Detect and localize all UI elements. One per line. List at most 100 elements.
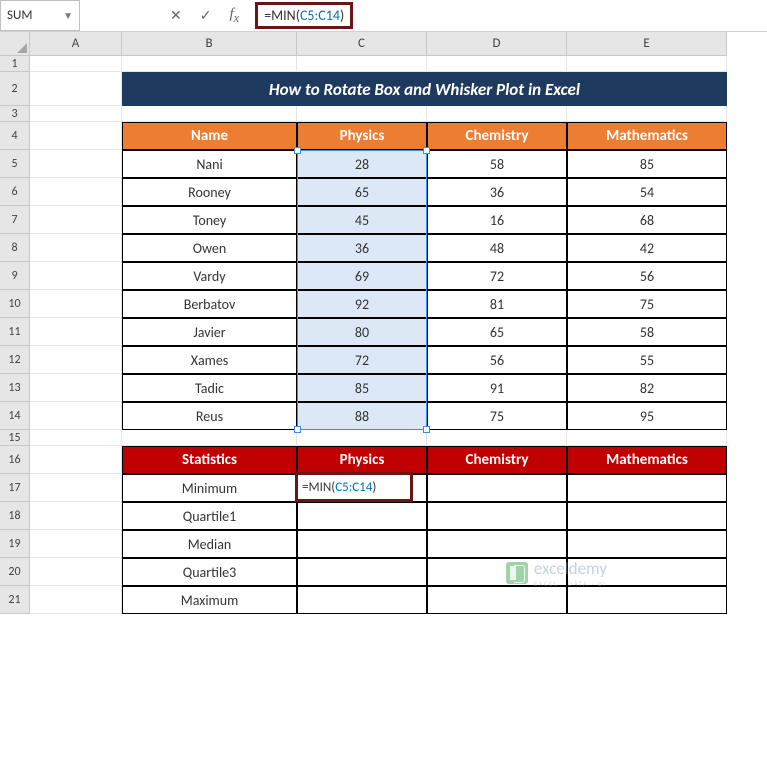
cell-D5[interactable]: 58 xyxy=(427,150,567,178)
row-header[interactable]: 14 xyxy=(0,402,30,430)
cell-A10[interactable] xyxy=(30,290,122,318)
cell-A20[interactable] xyxy=(30,558,122,586)
cell-C18[interactable] xyxy=(297,502,427,530)
cell-B17[interactable]: Minimum xyxy=(122,474,297,502)
cell-C15[interactable] xyxy=(297,430,427,446)
col-header-d[interactable]: D xyxy=(427,32,567,56)
cell-A4[interactable] xyxy=(30,122,122,150)
cell-C7[interactable]: 45 xyxy=(297,206,427,234)
row-header[interactable]: 16 xyxy=(0,446,30,474)
cell-C13[interactable]: 85 xyxy=(297,374,427,402)
cell-A5[interactable] xyxy=(30,150,122,178)
row-header[interactable]: 11 xyxy=(0,318,30,346)
cell-B7[interactable]: Toney xyxy=(122,206,297,234)
cell-D9[interactable]: 72 xyxy=(427,262,567,290)
cell-B15[interactable] xyxy=(122,430,297,446)
cell-D21[interactable] xyxy=(427,586,567,614)
cell-B8[interactable]: Owen xyxy=(122,234,297,262)
cell-D16[interactable]: Chemistry xyxy=(427,446,567,474)
cell-D11[interactable]: 65 xyxy=(427,318,567,346)
cell-B21[interactable]: Maximum xyxy=(122,586,297,614)
row-header[interactable]: 9 xyxy=(0,262,30,290)
cell-E4[interactable]: Mathematics xyxy=(567,122,727,150)
cell-D12[interactable]: 56 xyxy=(427,346,567,374)
cell-D6[interactable]: 36 xyxy=(427,178,567,206)
row-header[interactable]: 3 xyxy=(0,106,30,122)
cell-A2[interactable] xyxy=(30,72,122,106)
cell-D4[interactable]: Chemistry xyxy=(427,122,567,150)
cell-A18[interactable] xyxy=(30,502,122,530)
cell-A3[interactable] xyxy=(30,106,122,122)
cell-A11[interactable] xyxy=(30,318,122,346)
cell-E12[interactable]: 55 xyxy=(567,346,727,374)
cell-B18[interactable]: Quartile1 xyxy=(122,502,297,530)
cell-A7[interactable] xyxy=(30,206,122,234)
cell-A12[interactable] xyxy=(30,346,122,374)
cell-B1[interactable] xyxy=(122,56,297,72)
cell-B11[interactable]: Javier xyxy=(122,318,297,346)
cell-A9[interactable] xyxy=(30,262,122,290)
cell-A1[interactable] xyxy=(30,56,122,72)
cell-C20[interactable] xyxy=(297,558,427,586)
cell-B9[interactable]: Vardy xyxy=(122,262,297,290)
row-header[interactable]: 13 xyxy=(0,374,30,402)
cell-E10[interactable]: 75 xyxy=(567,290,727,318)
cell-E14[interactable]: 95 xyxy=(567,402,727,430)
cell-B6[interactable]: Rooney xyxy=(122,178,297,206)
cell-E19[interactable] xyxy=(567,530,727,558)
row-header[interactable]: 20 xyxy=(0,558,30,586)
cell-B4[interactable]: Name xyxy=(122,122,297,150)
cell-E21[interactable] xyxy=(567,586,727,614)
cell-C5[interactable]: 28 xyxy=(297,150,427,178)
cell-C3[interactable] xyxy=(297,106,427,122)
cell-D7[interactable]: 16 xyxy=(427,206,567,234)
cell-E18[interactable] xyxy=(567,502,727,530)
cell-D10[interactable]: 81 xyxy=(427,290,567,318)
cell-E6[interactable]: 54 xyxy=(567,178,727,206)
cell-B10[interactable]: Berbatov xyxy=(122,290,297,318)
cell-C21[interactable] xyxy=(297,586,427,614)
row-header[interactable]: 17 xyxy=(0,474,30,502)
cell-B2[interactable]: How to Rotate Box and Whisker Plot in Ex… xyxy=(122,72,727,106)
cell-A19[interactable] xyxy=(30,530,122,558)
row-header[interactable]: 4 xyxy=(0,122,30,150)
enter-icon[interactable]: ✓ xyxy=(200,7,212,24)
cell-E17[interactable] xyxy=(567,474,727,502)
row-header[interactable]: 2 xyxy=(0,72,30,106)
cell-A13[interactable] xyxy=(30,374,122,402)
cell-C9[interactable]: 69 xyxy=(297,262,427,290)
cell-E1[interactable] xyxy=(567,56,727,72)
row-header[interactable]: 18 xyxy=(0,502,30,530)
cell-D13[interactable]: 91 xyxy=(427,374,567,402)
col-header-c[interactable]: C xyxy=(297,32,427,56)
cell-A6[interactable] xyxy=(30,178,122,206)
cell-C1[interactable] xyxy=(297,56,427,72)
cell-A17[interactable] xyxy=(30,474,122,502)
cell-C19[interactable] xyxy=(297,530,427,558)
active-cell-editor[interactable]: =MIN(C5:C14) xyxy=(295,472,413,502)
cell-E15[interactable] xyxy=(567,430,727,446)
cancel-icon[interactable]: ✕ xyxy=(170,7,182,24)
col-header-e[interactable]: E xyxy=(567,32,727,56)
row-header[interactable]: 12 xyxy=(0,346,30,374)
cell-B3[interactable] xyxy=(122,106,297,122)
cell-E3[interactable] xyxy=(567,106,727,122)
cell-D17[interactable] xyxy=(427,474,567,502)
cell-B19[interactable]: Median xyxy=(122,530,297,558)
cell-C10[interactable]: 92 xyxy=(297,290,427,318)
row-header[interactable]: 5 xyxy=(0,150,30,178)
cell-E11[interactable]: 58 xyxy=(567,318,727,346)
cell-E9[interactable]: 56 xyxy=(567,262,727,290)
row-header[interactable]: 7 xyxy=(0,206,30,234)
row-header[interactable]: 6 xyxy=(0,178,30,206)
row-header[interactable]: 1 xyxy=(0,56,30,72)
cell-C8[interactable]: 36 xyxy=(297,234,427,262)
name-box[interactable]: SUM ▼ xyxy=(0,0,80,31)
cell-D1[interactable] xyxy=(427,56,567,72)
col-header-b[interactable]: B xyxy=(122,32,297,56)
cell-C11[interactable]: 80 xyxy=(297,318,427,346)
cell-E7[interactable]: 68 xyxy=(567,206,727,234)
cell-A21[interactable] xyxy=(30,586,122,614)
cell-B12[interactable]: Xames xyxy=(122,346,297,374)
row-header[interactable]: 15 xyxy=(0,430,30,446)
